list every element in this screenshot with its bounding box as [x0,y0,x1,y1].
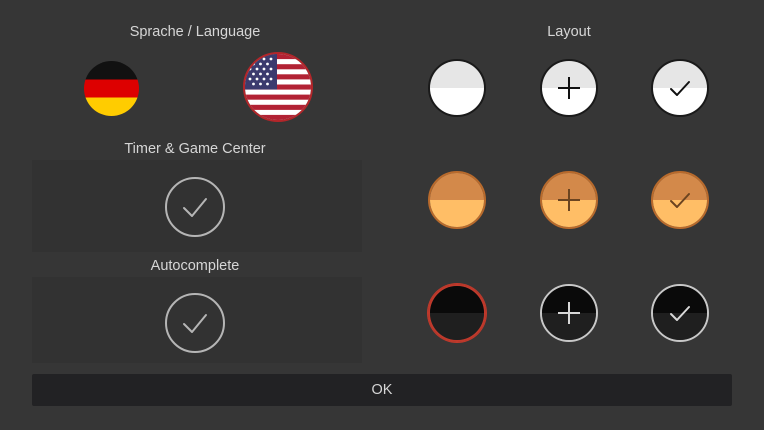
german-flag-icon[interactable] [84,61,139,116]
language-label: Sprache / Language [129,24,261,40]
checkmark-icon [183,198,207,217]
layout-option-white-plus[interactable] [540,59,598,117]
layout-option-orange-check[interactable] [651,171,709,229]
autocomplete-toggle[interactable] [165,293,225,353]
layout-option-black-plain[interactable] [428,284,486,342]
layout-option-black-check[interactable] [651,284,709,342]
layout-option-white-check[interactable] [651,59,709,117]
autocomplete-label: Autocomplete [150,258,240,274]
layout-option-white-plain[interactable] [428,59,486,117]
layout-option-black-plus[interactable] [540,284,598,342]
timer-toggle[interactable] [165,177,225,237]
us-flag-icon[interactable] [243,52,313,122]
checkmark-icon [670,193,690,208]
layout-label: Layout [547,24,591,40]
plus-icon [558,77,580,99]
ok-label: OK [371,382,393,398]
layout-option-orange-plain[interactable] [428,171,486,229]
plus-icon [558,302,580,324]
timer-label: Timer & Game Center [124,141,266,157]
layout-option-orange-plus[interactable] [540,171,598,229]
checkmark-icon [183,314,207,333]
ok-button[interactable]: OK [32,374,732,406]
plus-icon [558,189,580,211]
checkmark-icon [670,81,690,96]
checkmark-icon [670,306,690,321]
